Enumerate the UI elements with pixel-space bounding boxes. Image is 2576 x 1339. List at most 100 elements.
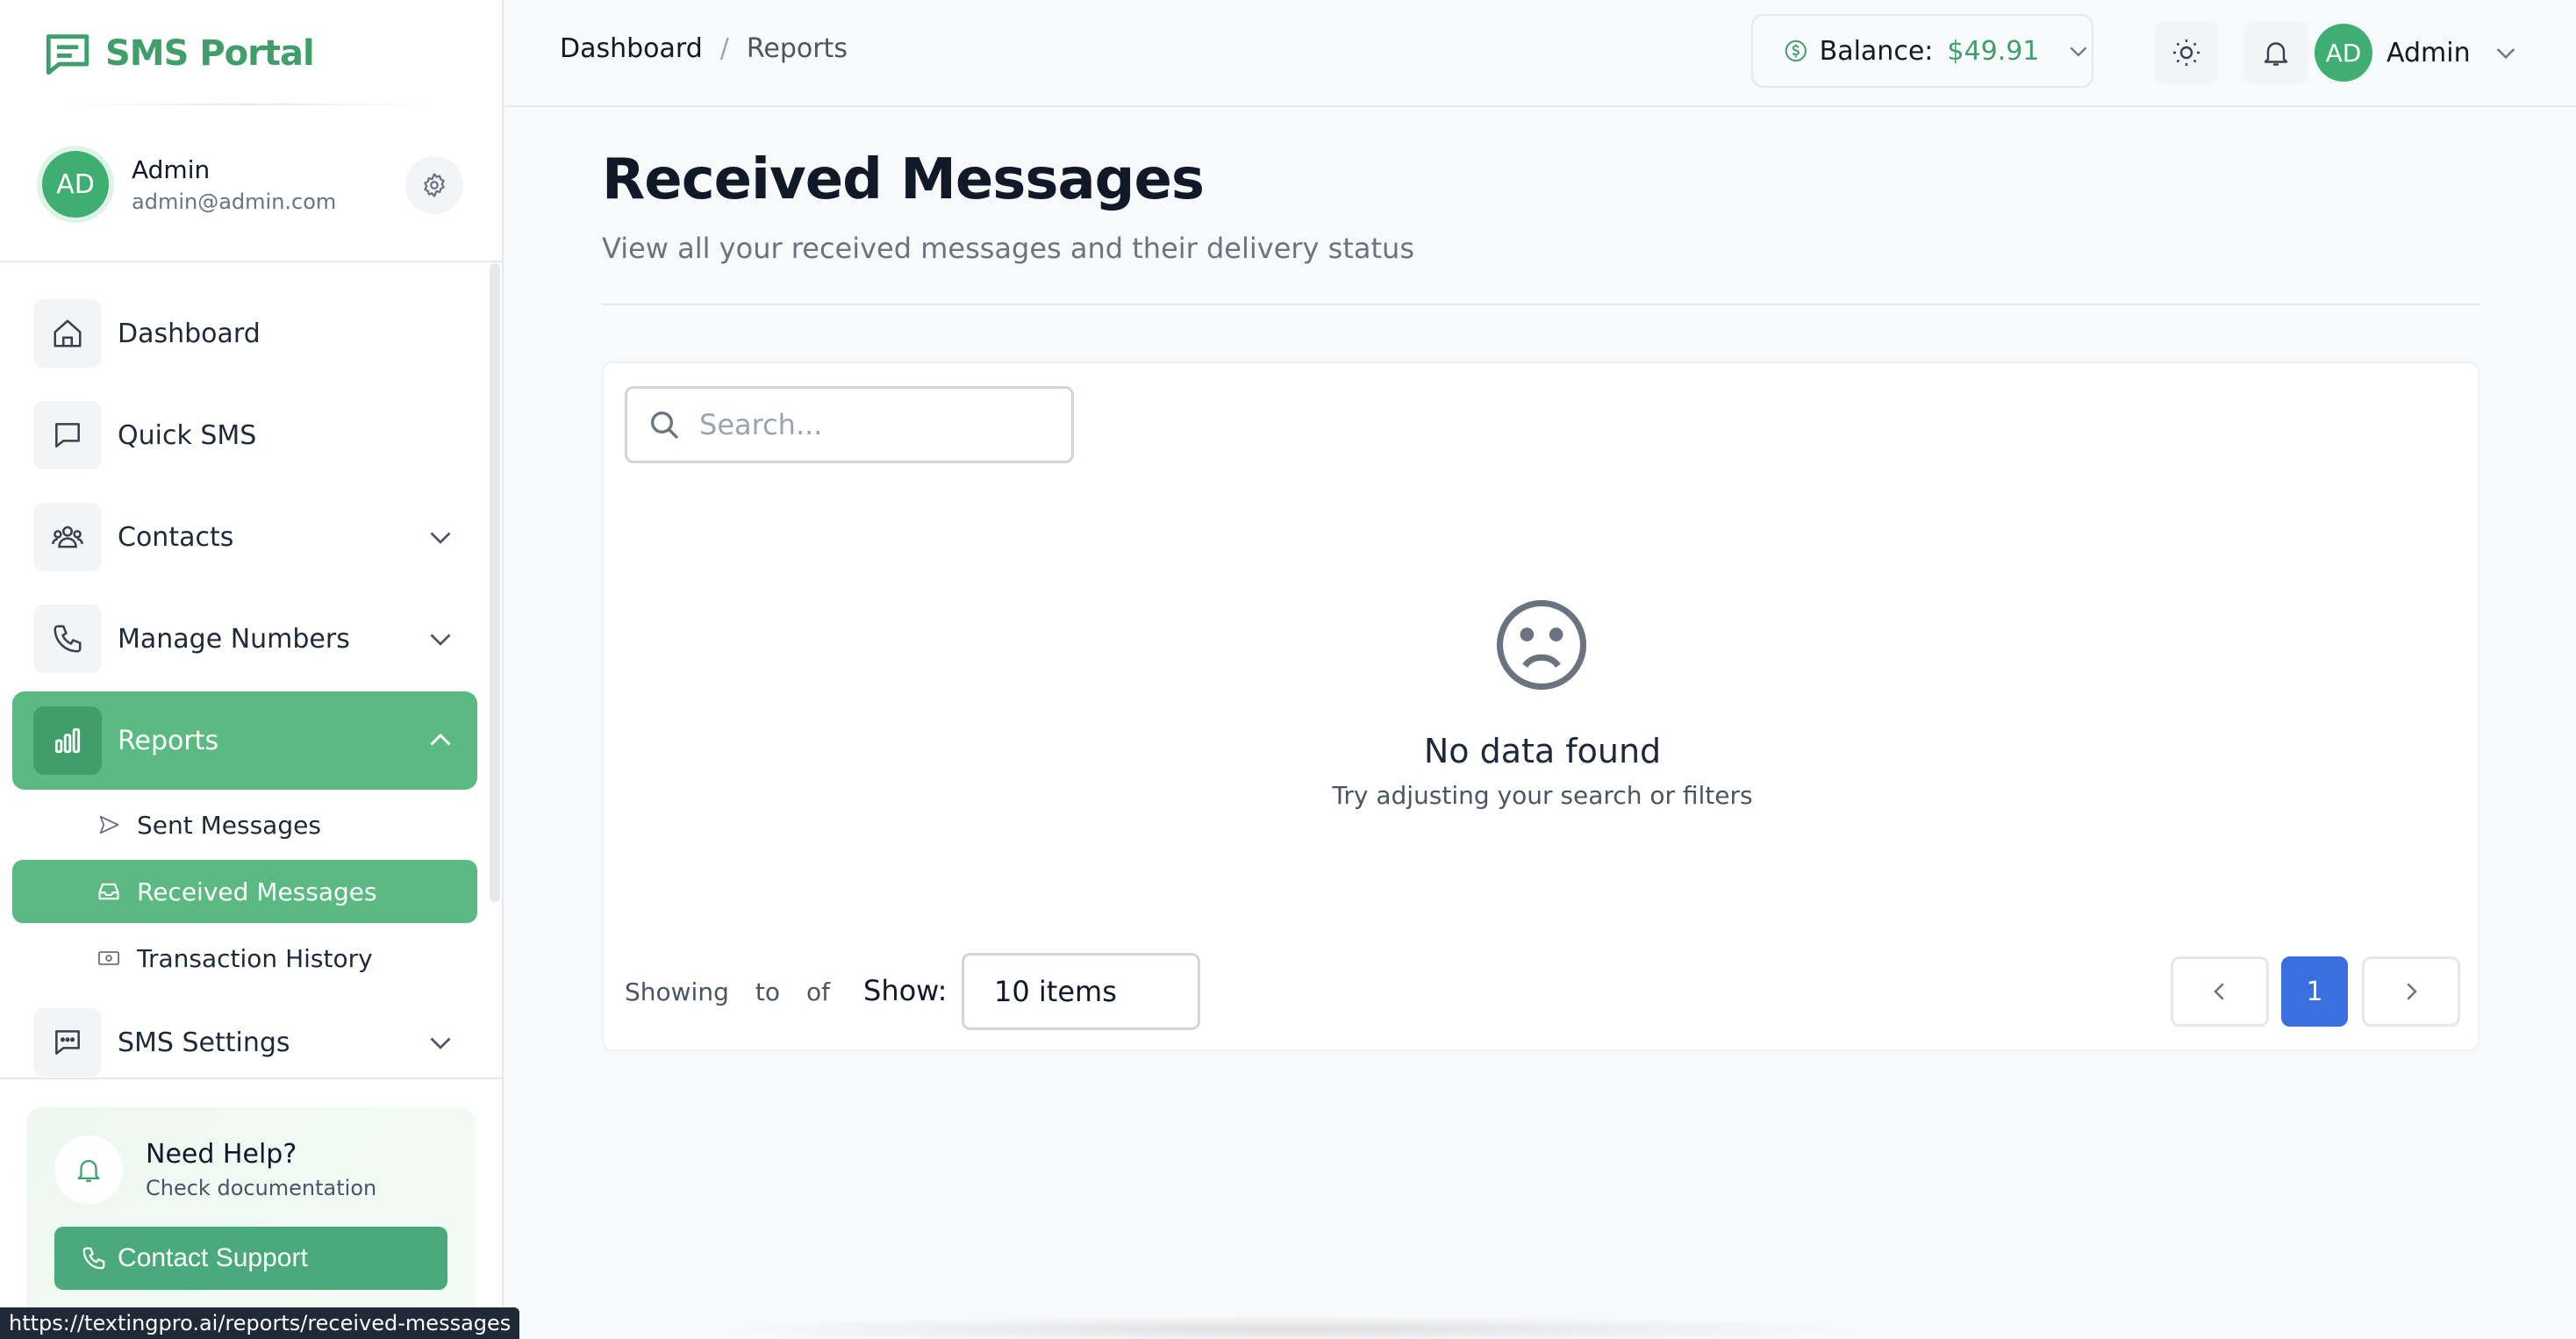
home-icon (54, 319, 82, 347)
cash-icon (97, 951, 120, 965)
avatar: AD (2315, 24, 2372, 82)
sidebar-bottom-divider (0, 1078, 504, 1079)
sidebar-item-label: Manage Numbers (118, 623, 350, 655)
nav-icon-box (33, 503, 102, 571)
sidebar-scrollbar[interactable] (490, 263, 500, 902)
sidebar-item-manage-numbers[interactable]: Manage Numbers (12, 590, 477, 688)
breadcrumb-dashboard[interactable]: Dashboard (560, 33, 703, 64)
page-subtitle: View all your received messages and thei… (602, 232, 1414, 265)
chat-bubble-icon (55, 423, 80, 448)
help-title: Need Help? (146, 1139, 297, 1170)
send-icon (99, 815, 119, 834)
bell-icon (2264, 42, 2288, 66)
sidebar-item-contacts[interactable]: Contacts (12, 488, 477, 586)
search-input[interactable] (699, 408, 1050, 441)
help-subtitle: Check documentation (146, 1176, 377, 1200)
sidebar-item-label: Contacts (118, 521, 234, 553)
bottom-shadow (702, 1316, 1878, 1339)
bar-chart-icon (54, 727, 81, 754)
phone-icon (54, 625, 82, 653)
search-box[interactable] (625, 386, 1074, 463)
sidebar-item-reports[interactable]: Reports (12, 691, 477, 790)
page-size-label: Show: (863, 974, 948, 1007)
sidebar-item-label: Quick SMS (118, 419, 257, 451)
breadcrumb-current: Reports (746, 33, 848, 64)
logo-divider (70, 104, 432, 105)
breadcrumb: Dashboard / Reports (560, 33, 848, 64)
breadcrumb-separator: / (719, 33, 729, 64)
app-logo[interactable]: SMS Portal (42, 26, 315, 81)
sidebar: SMS Portal AD Admin admin@admin.com Dash… (0, 0, 504, 1339)
sidebar-item-label: Dashboard (118, 318, 261, 349)
sun-icon (2173, 39, 2200, 66)
nav-icon-box (33, 401, 102, 469)
contact-support-label: Contact Support (118, 1243, 308, 1272)
nav-icon-box (33, 605, 102, 673)
page-title: Received Messages (602, 147, 1205, 212)
of-label: of (805, 977, 830, 1006)
app-name: SMS Portal (105, 33, 315, 74)
empty-state-subtitle: Try adjusting your search or filters (1332, 781, 1753, 810)
pagination-page-button[interactable]: 1 (2281, 956, 2348, 1027)
reports-submenu: Sent Messages Received Messages Transact… (12, 793, 477, 990)
sidebar-item-dashboard[interactable]: Dashboard (12, 284, 477, 383)
sidebar-subitem-label: Transaction History (137, 943, 373, 973)
sidebar-item-label: Reports (118, 725, 219, 756)
sidebar-subitem-received-messages[interactable]: Received Messages (12, 860, 477, 923)
gear-icon (424, 173, 445, 197)
title-divider (602, 304, 2479, 305)
bell-icon (77, 1160, 100, 1182)
chevron-up-icon (430, 733, 451, 746)
chevron-down-icon (430, 634, 451, 646)
dollar-coin-icon (1785, 39, 1807, 62)
sidebar-item-quick-sms[interactable]: Quick SMS (12, 386, 477, 484)
users-icon (52, 526, 83, 548)
sidebar-subitem-label: Sent Messages (137, 810, 321, 840)
chevron-down-icon (2070, 47, 2087, 57)
nav-icon-box (33, 1008, 102, 1077)
sidebar-nav: Dashboard Quick SMS Contacts Manage Numb… (12, 284, 477, 1095)
user-name: Admin (2386, 37, 2471, 68)
notifications-button[interactable] (2244, 21, 2308, 84)
messages-table-card: No data found Try adjusting your search … (602, 362, 2479, 1051)
showing-label: Showing (625, 977, 729, 1006)
nav-icon-box (33, 299, 102, 368)
message-dots-icon (55, 1030, 80, 1055)
to-label: to (755, 977, 780, 1006)
balance-value: $49.91 (1947, 35, 2040, 67)
nav-icon-box (33, 706, 102, 775)
chevron-left-icon (2214, 983, 2224, 1000)
avatar: AD (42, 151, 109, 218)
sidebar-profile: AD Admin admin@admin.com (42, 149, 463, 219)
help-card: Need Help? Check documentation Contact S… (26, 1107, 476, 1339)
chevron-down-icon (2496, 48, 2515, 60)
user-menu[interactable]: AD Admin (2315, 21, 2520, 84)
profile-settings-button[interactable] (405, 156, 463, 214)
balance-label: Balance: (1819, 35, 1934, 67)
profile-divider (0, 261, 504, 262)
sidebar-subitem-label: Received Messages (137, 877, 377, 906)
chevron-right-icon (2407, 983, 2417, 1000)
balance-dropdown[interactable]: Balance: $49.91 (1751, 14, 2093, 88)
status-bar-url: https://textingpro.ai/reports/received-m… (0, 1307, 520, 1339)
page-size-select[interactable]: 10 items (962, 953, 1200, 1030)
pagination-next-button[interactable] (2362, 956, 2460, 1027)
contact-support-button[interactable]: Contact Support (54, 1227, 447, 1290)
inbox-icon (98, 883, 119, 900)
profile-info: Admin admin@admin.com (132, 155, 336, 214)
pagination-prev-button[interactable] (2171, 956, 2269, 1027)
chevron-down-icon (430, 1037, 451, 1049)
sidebar-item-label: SMS Settings (118, 1027, 290, 1058)
empty-state-title: No data found (1423, 732, 1662, 770)
chevron-down-icon (430, 532, 451, 544)
theme-toggle-button[interactable] (2155, 21, 2218, 84)
phone-icon (82, 1247, 105, 1270)
top-header: Dashboard / Reports Balance: $49.91 AD A… (505, 0, 2576, 107)
sad-face-icon (1496, 599, 1587, 691)
profile-email: admin@admin.com (132, 189, 337, 214)
sidebar-subitem-sent-messages[interactable]: Sent Messages (12, 793, 477, 856)
profile-name: Admin (132, 154, 211, 184)
help-bell (54, 1135, 123, 1204)
sidebar-subitem-transaction-history[interactable]: Transaction History (12, 927, 477, 990)
pagination-summary: Showing to of (625, 977, 830, 1006)
